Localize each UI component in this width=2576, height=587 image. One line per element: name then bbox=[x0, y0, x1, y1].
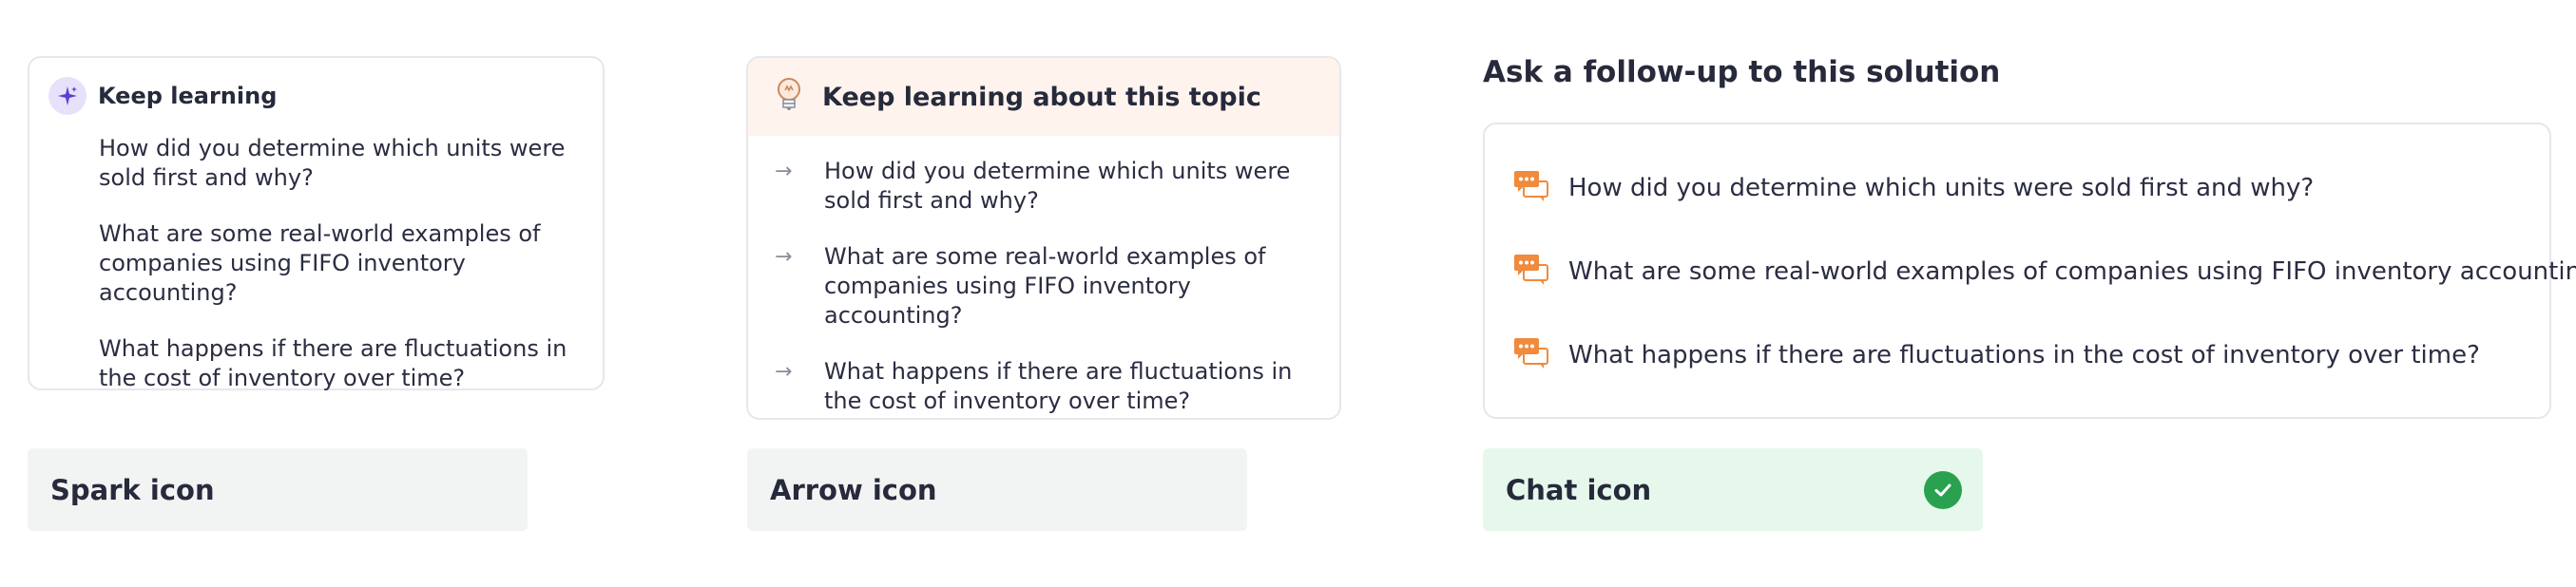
spark-question-item[interactable]: How did you determine which units were s… bbox=[99, 134, 588, 193]
chat-question-text: What are some real-world examples of com… bbox=[1568, 256, 2576, 286]
chat-question-text: How did you determine which units were s… bbox=[1568, 173, 2315, 202]
check-circle-icon bbox=[1924, 470, 1962, 509]
arrow-right-icon: → bbox=[775, 245, 793, 269]
spark-question-list: How did you determine which units were s… bbox=[99, 134, 588, 420]
arrow-right-icon: → bbox=[775, 160, 793, 183]
chat-bubbles-icon bbox=[1513, 336, 1549, 374]
spark-question-item[interactable]: What happens if there are fluctuations i… bbox=[99, 334, 588, 393]
arrow-caption-label: Arrow icon bbox=[770, 473, 937, 506]
spark-card-title: Keep learning bbox=[98, 83, 278, 109]
spark-question-item[interactable]: What are some real-world examples of com… bbox=[99, 219, 588, 308]
arrow-icon-caption: Arrow icon bbox=[747, 448, 1247, 531]
chat-bubbles-icon bbox=[1513, 169, 1549, 207]
spark-caption-label: Spark icon bbox=[50, 473, 215, 506]
chat-question-item[interactable]: What happens if there are fluctuations i… bbox=[1513, 334, 2576, 375]
arrow-question-text: What happens if there are fluctuations i… bbox=[824, 358, 1293, 414]
arrow-question-item[interactable]: → What are some real-world examples of c… bbox=[748, 242, 1339, 331]
chat-question-item[interactable]: How did you determine which units were s… bbox=[1513, 167, 2576, 208]
arrow-question-list: → How did you determine which units were… bbox=[748, 157, 1339, 418]
arrow-question-text: What are some real-world examples of com… bbox=[824, 243, 1266, 329]
arrow-right-icon: → bbox=[775, 360, 793, 384]
chat-section-heading: Ask a follow-up to this solution bbox=[1483, 55, 2001, 89]
chat-caption-label: Chat icon bbox=[1506, 473, 1652, 506]
chat-question-item[interactable]: What are some real-world examples of com… bbox=[1513, 251, 2576, 292]
chat-bubbles-icon bbox=[1513, 253, 1549, 291]
spark-card-header: Keep learning bbox=[48, 77, 277, 115]
arrow-question-item[interactable]: → What happens if there are fluctuations… bbox=[748, 357, 1339, 416]
chat-variant-card: How did you determine which units were s… bbox=[1483, 123, 2576, 419]
chat-icon-caption: Chat icon bbox=[1483, 448, 1983, 531]
arrow-variant-card: Keep learning about this topic → How did… bbox=[746, 56, 1341, 420]
arrow-card-title: Keep learning about this topic bbox=[822, 82, 1261, 112]
icon-comparison-board: Keep learning How did you determine whic… bbox=[0, 0, 2576, 587]
spark-icon bbox=[48, 77, 87, 115]
spark-icon-caption: Spark icon bbox=[28, 448, 528, 531]
chat-question-list: How did you determine which units were s… bbox=[1513, 167, 2576, 418]
arrow-question-item[interactable]: → How did you determine which units were… bbox=[748, 157, 1339, 216]
lightbulb-icon bbox=[775, 77, 803, 117]
arrow-question-text: How did you determine which units were s… bbox=[824, 158, 1291, 214]
chat-question-text: What happens if there are fluctuations i… bbox=[1568, 340, 2480, 369]
arrow-card-header: Keep learning about this topic bbox=[748, 58, 1339, 136]
spark-variant-card: Keep learning How did you determine whic… bbox=[28, 56, 605, 391]
